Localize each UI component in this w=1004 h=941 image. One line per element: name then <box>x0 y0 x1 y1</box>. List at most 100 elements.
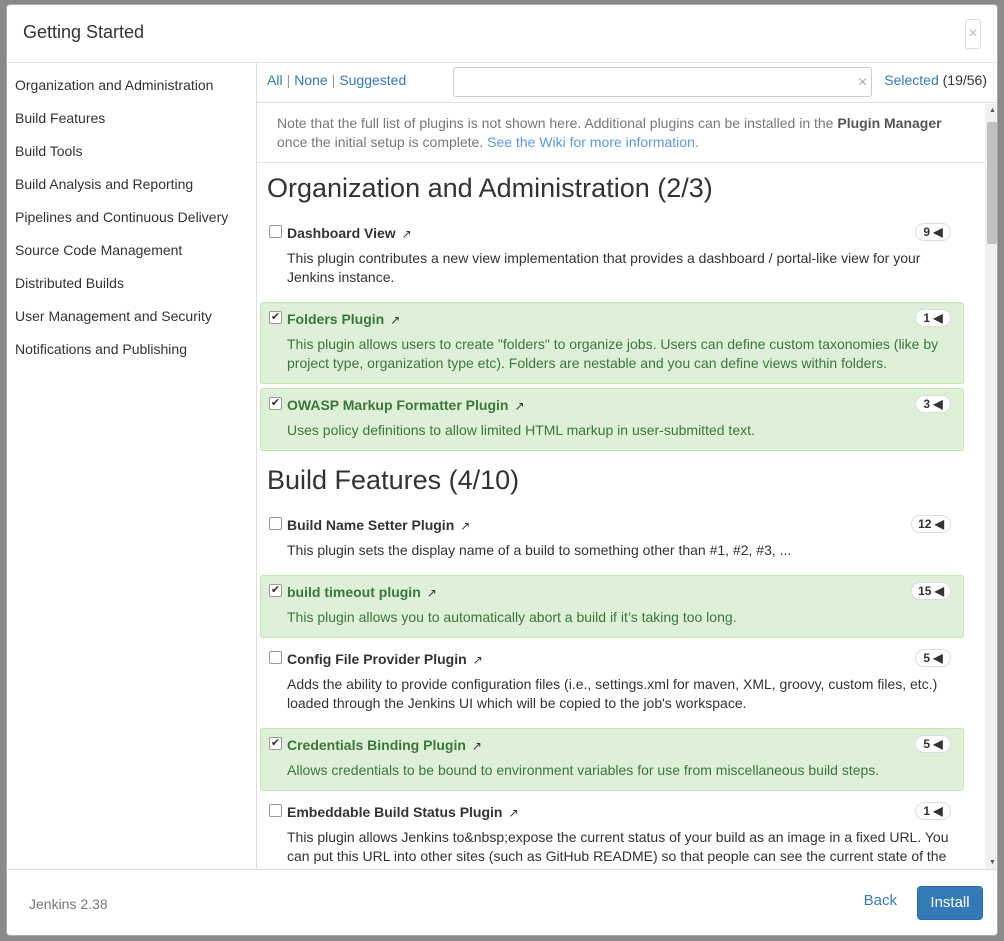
plugin-categories: Organization and Administration (2/3) Das… <box>257 163 997 869</box>
close-button[interactable]: × <box>965 19 981 49</box>
external-link-icon[interactable]: ↗ <box>472 739 482 753</box>
scroll-down-icon[interactable]: ▼ <box>989 859 996 866</box>
dependency-count: 1 <box>923 311 931 325</box>
select-none-link[interactable]: None <box>294 72 327 88</box>
plugin-checkbox[interactable]: ✔ <box>269 397 282 410</box>
sidebar-item[interactable]: User Management and Security <box>7 303 256 336</box>
dependency-count-badge[interactable]: 12 ◀ <box>911 515 951 533</box>
search-input[interactable] <box>453 67 872 97</box>
separator: | <box>331 72 336 88</box>
wiki-link[interactable]: See the Wiki for more information. <box>487 134 699 150</box>
plugin-name: build timeout plugin <box>287 584 421 600</box>
caret-left-icon: ◀ <box>933 225 943 239</box>
caret-left-icon: ◀ <box>933 311 943 325</box>
caret-left-icon: ◀ <box>933 737 943 751</box>
sidebar-item[interactable]: Organization and Administration <box>7 72 256 105</box>
plugin-name: Dashboard View <box>287 225 396 241</box>
plugin-checkbox[interactable] <box>269 804 282 817</box>
plugin-name: Config File Provider Plugin <box>287 651 467 667</box>
dependency-count: 12 <box>918 517 932 531</box>
plugin-checkbox[interactable] <box>269 225 282 238</box>
plugin-item[interactable]: ✔ Credentials Binding Plugin ↗ 5 ◀ Allows cr… <box>260 728 964 791</box>
dependency-count-badge[interactable]: 3 ◀ <box>915 395 951 413</box>
sidebar-item[interactable]: Distributed Builds <box>7 270 256 303</box>
external-link-icon[interactable]: ↗ <box>427 586 437 600</box>
dependency-count-badge[interactable]: 1 ◀ <box>915 802 951 820</box>
selected-label: Selected <box>884 72 939 88</box>
caret-left-icon: ◀ <box>934 517 944 531</box>
caret-left-icon: ◀ <box>934 584 944 598</box>
external-link-icon[interactable]: ↗ <box>390 313 400 327</box>
sidebar-item[interactable]: Build Tools <box>7 138 256 171</box>
caret-left-icon: ◀ <box>933 804 943 818</box>
dialog-header: Getting Started × <box>7 5 997 63</box>
caret-left-icon: ◀ <box>933 651 943 665</box>
plugin-name: Embeddable Build Status Plugin <box>287 804 503 820</box>
category-title: Organization and Administration (2/3) <box>267 173 713 203</box>
back-button[interactable]: Back <box>864 892 897 909</box>
plugin-item[interactable]: Embeddable Build Status Plugin ↗ 1 ◀ This p… <box>260 795 964 869</box>
plugin-checkbox[interactable] <box>269 517 282 530</box>
plugin-list-scroll[interactable]: Note that the full list of plugins is no… <box>257 104 997 869</box>
plugin-panel: All | None | Suggested × Selected (19/56) No… <box>257 63 997 869</box>
plugin-item[interactable]: ✔ build timeout plugin ↗ 15 ◀ This plugin al… <box>260 575 964 638</box>
setup-dialog: Getting Started × Organization and Admin… <box>6 4 998 936</box>
caret-left-icon: ◀ <box>933 397 943 411</box>
jenkins-version: Jenkins 2.38 <box>29 896 108 912</box>
plugin-item[interactable]: Dashboard View ↗ 9 ◀ This plugin contribute… <box>260 216 964 298</box>
sidebar-item[interactable]: Build Features <box>7 105 256 138</box>
dependency-count: 15 <box>918 584 932 598</box>
separator: | <box>286 72 291 88</box>
plugin-item[interactable]: Config File Provider Plugin ↗ 5 ◀ Adds the … <box>260 642 964 724</box>
install-button[interactable]: Install <box>917 886 983 920</box>
scrollbar[interactable]: ▲ ▼ <box>985 104 997 869</box>
plugin-item[interactable]: ✔ OWASP Markup Formatter Plugin ↗ 3 ◀ Uses p… <box>260 388 964 451</box>
plugin-item[interactable]: Build Name Setter Plugin ↗ 12 ◀ This plugin… <box>260 508 964 571</box>
plugin-name: OWASP Markup Formatter Plugin <box>287 397 509 413</box>
dependency-count: 1 <box>923 804 931 818</box>
plugin-name: Build Name Setter Plugin <box>287 517 455 533</box>
external-link-icon[interactable]: ↗ <box>402 227 412 241</box>
sidebar-item[interactable]: Notifications and Publishing <box>7 336 256 369</box>
sidebar-item[interactable]: Pipelines and Continuous Delivery <box>7 204 256 237</box>
scroll-up-icon[interactable]: ▲ <box>989 107 996 114</box>
external-link-icon[interactable]: ↗ <box>514 399 524 413</box>
note-text-after: once the initial setup is complete. <box>277 134 488 150</box>
external-link-icon[interactable]: ↗ <box>460 519 470 533</box>
plugin-name: Folders Plugin <box>287 311 385 327</box>
plugin-checkbox[interactable]: ✔ <box>269 311 282 324</box>
select-all-link[interactable]: All <box>267 72 283 88</box>
plugin-description: This plugin allows users to create "fold… <box>287 336 939 371</box>
plugin-checkbox[interactable]: ✔ <box>269 584 282 597</box>
dependency-count: 5 <box>923 737 931 751</box>
external-link-icon[interactable]: ↗ <box>473 653 483 667</box>
dependency-count: 5 <box>923 651 931 665</box>
dependency-count-badge[interactable]: 9 ◀ <box>915 223 951 241</box>
dependency-count: 3 <box>923 397 931 411</box>
plugin-toolbar: All | None | Suggested × Selected (19/56) <box>257 63 997 103</box>
dependency-count-badge[interactable]: 5 ◀ <box>915 649 951 667</box>
plugin-description: Allows credentials to be bound to enviro… <box>287 762 880 778</box>
filter-links: All | None | Suggested <box>267 72 406 88</box>
plugin-checkbox[interactable]: ✔ <box>269 737 282 750</box>
category-sidebar: Organization and Administration Build Fea… <box>7 63 257 869</box>
plugin-checkbox[interactable] <box>269 651 282 664</box>
category-title: Build Features (4/10) <box>267 465 520 495</box>
note-text: Note that the full list of plugins is no… <box>277 115 838 131</box>
plugin-description: This plugin contributes a new view imple… <box>287 250 921 285</box>
dependency-count-badge[interactable]: 5 ◀ <box>915 735 951 753</box>
selected-plugins-link[interactable]: Selected (19/56) <box>884 72 987 88</box>
dialog-title: Getting Started <box>23 22 145 42</box>
dependency-count-badge[interactable]: 1 ◀ <box>915 309 951 327</box>
scrollbar-thumb[interactable] <box>987 122 997 244</box>
plugin-description: This plugin allows you to automatically … <box>287 609 737 625</box>
note-plugin-manager: Plugin Manager <box>837 115 942 131</box>
sidebar-item[interactable]: Build Analysis and Reporting <box>7 171 256 204</box>
plugin-manager-note: Note that the full list of plugins is no… <box>257 104 985 163</box>
sidebar-item[interactable]: Source Code Management <box>7 237 256 270</box>
plugin-item[interactable]: ✔ Folders Plugin ↗ 1 ◀ This plugin allows us… <box>260 302 964 384</box>
external-link-icon[interactable]: ↗ <box>508 806 518 820</box>
select-suggested-link[interactable]: Suggested <box>339 72 406 88</box>
dependency-count-badge[interactable]: 15 ◀ <box>911 582 951 600</box>
plugin-description: Adds the ability to provide configuratio… <box>287 676 938 711</box>
